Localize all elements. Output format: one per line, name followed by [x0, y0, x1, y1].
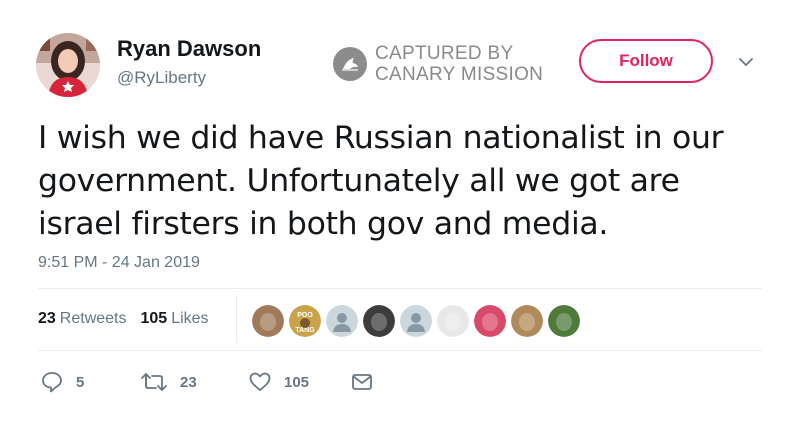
- retweet-count: 23: [180, 373, 197, 391]
- retweets-label: Retweets: [59, 310, 127, 327]
- like-button[interactable]: 105: [248, 370, 309, 394]
- tweet-text: I wish we did have Russian nationalist i…: [38, 120, 724, 242]
- author-handle[interactable]: @RyLiberty: [117, 68, 206, 88]
- liker-avatar[interactable]: [252, 305, 284, 337]
- author-name[interactable]: Ryan Dawson: [117, 36, 261, 62]
- heart-icon: [249, 372, 271, 391]
- tweet-card: Ryan Dawson @RyLiberty CAPTURED BY CANAR…: [0, 0, 800, 425]
- stats-separator: [236, 295, 237, 343]
- liker-avatar[interactable]: [326, 305, 358, 337]
- direct-message-button[interactable]: [350, 370, 386, 394]
- tweet-timestamp[interactable]: 9:51 PM - 24 Jan 2019: [38, 254, 200, 272]
- retweets-stat[interactable]: 23 Retweets: [38, 310, 127, 328]
- reply-icon: [42, 372, 62, 393]
- watermark-text: CAPTURED BY CANARY MISSION: [375, 43, 543, 85]
- divider: [38, 288, 762, 289]
- watermark-line-1: CAPTURED BY: [375, 43, 514, 64]
- liker-avatar[interactable]: [474, 305, 506, 337]
- retweet-button[interactable]: 23: [140, 370, 197, 394]
- likes-count: 105: [140, 310, 168, 327]
- avatar-image: [36, 33, 100, 97]
- envelope-icon: [352, 374, 372, 390]
- retweet-icon: [141, 373, 167, 391]
- liker-avatar[interactable]: POO TANG: [289, 305, 321, 337]
- liker-avatar[interactable]: [511, 305, 543, 337]
- tweet-actions: 5 23 105: [40, 370, 440, 398]
- reply-button[interactable]: 5: [40, 370, 84, 394]
- like-count: 105: [284, 373, 310, 391]
- liker-text: POO: [297, 312, 313, 319]
- liker-avatar[interactable]: [400, 305, 432, 337]
- watermark-line-2: CANARY MISSION: [375, 64, 544, 85]
- liker-avatar[interactable]: [363, 305, 395, 337]
- retweets-count: 23: [38, 310, 56, 327]
- likes-label: Likes: [171, 310, 209, 327]
- likers-avatars: POO TANG: [252, 305, 585, 337]
- canary-bird-icon: [333, 47, 367, 81]
- divider: [38, 350, 762, 351]
- liker-avatar[interactable]: [437, 305, 469, 337]
- reply-count: 5: [76, 373, 85, 391]
- avatar[interactable]: [36, 33, 100, 97]
- tweet-stats: 23 Retweets 105 Likes: [38, 310, 223, 328]
- chevron-down-icon[interactable]: [736, 54, 756, 70]
- liker-avatar[interactable]: [548, 305, 580, 337]
- follow-button[interactable]: Follow: [579, 39, 713, 83]
- likes-stat[interactable]: 105 Likes: [141, 310, 209, 328]
- liker-text: TANG: [295, 327, 315, 334]
- canary-mission-watermark: CAPTURED BY CANARY MISSION: [333, 43, 543, 85]
